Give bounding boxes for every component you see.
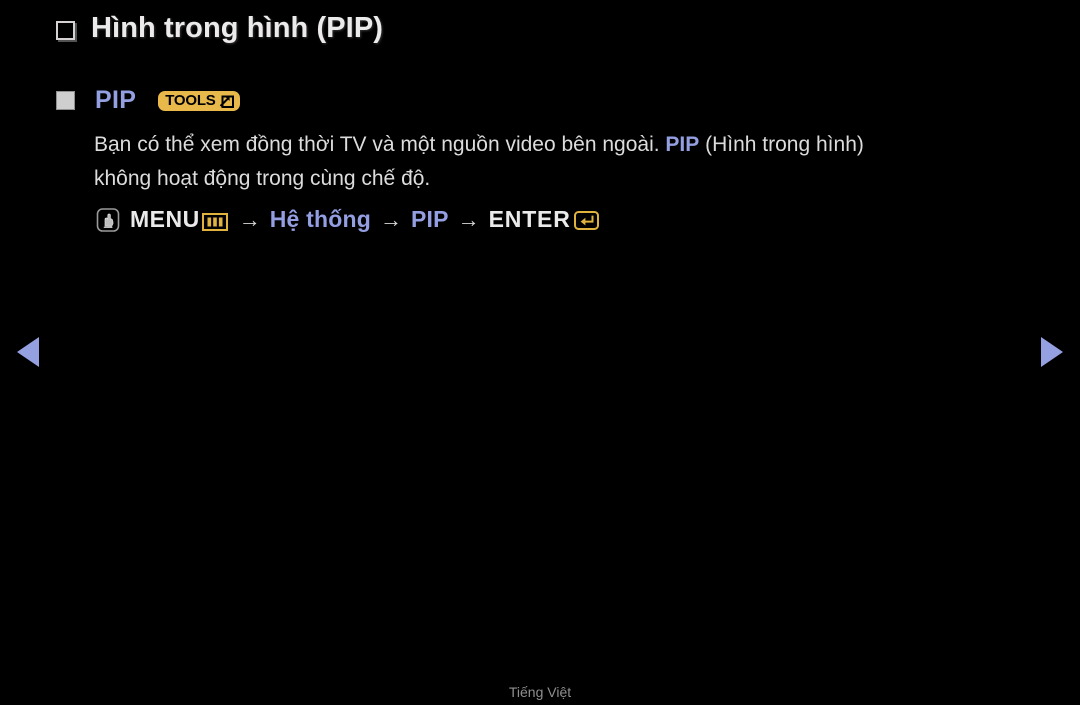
right-triangle-icon[interactable] (1041, 337, 1063, 367)
body-line1-highlight: PIP (665, 133, 700, 156)
body-line1-part2: (Hình trong hình) (699, 133, 864, 156)
left-triangle-icon[interactable] (17, 337, 39, 367)
menu-path-step-pip[interactable]: PIP (411, 206, 449, 233)
filled-square-bullet-icon (56, 91, 75, 110)
hand-press-button-icon (96, 207, 120, 233)
section-header-pip: PIP TOOLS (56, 86, 240, 115)
path-separator-2: → (379, 206, 402, 232)
enter-label: ENTER (488, 206, 571, 232)
path-separator-3: → (457, 206, 480, 232)
enter-return-button-icon (573, 210, 599, 230)
tools-badge-label: TOOLS (165, 92, 216, 109)
body-description: Bạn có thể xem đồng thời TV và một nguồn… (94, 128, 994, 196)
menu-label: MENU (130, 206, 200, 232)
page-title-row: Hình trong hình (PIP) (56, 12, 383, 45)
menu-bars-button-icon (201, 211, 228, 231)
tools-arrow-icon (219, 93, 234, 108)
section-title: PIP (95, 86, 137, 114)
body-line1-part1: Bạn có thể xem đồng thời TV và một nguồn… (94, 133, 666, 156)
tools-badge[interactable]: TOOLS (158, 90, 240, 111)
footer-language-label: Tiếng Việt (508, 684, 572, 700)
path-separator-1: → (238, 206, 261, 232)
page-title: Hình trong hình (PIP) (91, 12, 384, 44)
body-line2: không hoạt động trong cùng chế độ. (94, 167, 431, 190)
menu-path-step-he-thong[interactable]: Hệ thống (270, 206, 371, 233)
hollow-square-bullet-icon (56, 21, 75, 40)
menu-path: MENU → Hệ thống → PIP → ENTER (96, 206, 599, 233)
